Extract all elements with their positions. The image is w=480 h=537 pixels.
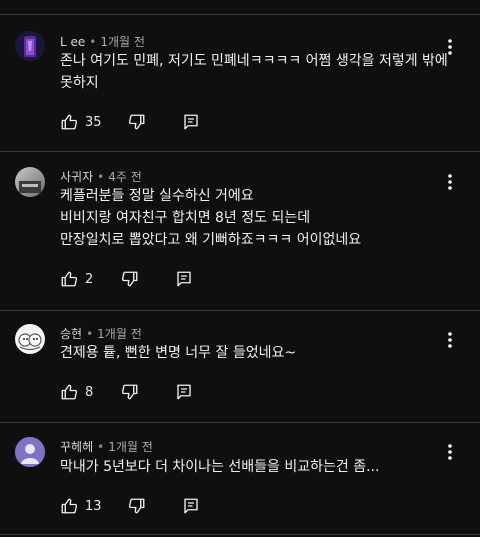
comment-line: 막내가 5년보다 더 차이나는 선배들을 비교하는건 좀...	[60, 459, 380, 475]
comment-actions: 35	[60, 110, 200, 134]
comment-text: 존나 여기도 민폐, 저기도 민폐네ㅋㅋㅋㅋ 어쩜 생각을 저렇게 밖에 못하지	[60, 50, 448, 94]
comment-text: 케플러분들 정말 실수하신 거에요 비비지랑 여자친구 합치면 8년 정도 되는…	[60, 185, 445, 251]
author-name[interactable]: 꾸헤헤	[60, 440, 93, 454]
avatar-image	[15, 324, 45, 354]
like-count: 8	[85, 384, 94, 400]
comment-divider	[0, 422, 480, 423]
thumb-down-icon[interactable]	[121, 383, 139, 401]
comment-divider	[0, 151, 480, 152]
avatar-image	[15, 167, 45, 197]
timestamp[interactable]: 1개월 전	[97, 327, 142, 341]
reply-icon[interactable]	[175, 270, 193, 288]
thumb-down-icon[interactable]	[121, 270, 139, 288]
comment-actions: 8	[60, 380, 193, 404]
comment-meta: L ee • 1개월 전	[60, 33, 145, 50]
avatar[interactable]	[15, 324, 45, 354]
more-vert-icon[interactable]	[441, 331, 459, 349]
more-vert-icon[interactable]	[441, 38, 459, 56]
avatar[interactable]	[15, 437, 45, 467]
comment-meta: 승현 • 1개월 전	[60, 325, 142, 342]
comment-line: 만장일치로 뽑았다고 왜 기뻐하죠ㅋㅋㅋ 어이없네요	[60, 232, 362, 248]
comment-line: 못하지	[60, 75, 99, 91]
reply-icon[interactable]	[182, 113, 200, 131]
thumb-up-icon[interactable]	[60, 270, 78, 288]
like-count: 35	[85, 114, 102, 130]
thumb-down-icon[interactable]	[128, 497, 146, 515]
comment-line: 존나 여기도 민폐, 저기도 민폐네ㅋㅋㅋㅋ 어쩜 생각을 저렇게 밖에	[60, 53, 448, 69]
default-person-icon	[15, 437, 45, 467]
comment-text: 견제용 튵, 뻔한 변명 너무 잘 들었네요~	[60, 342, 445, 364]
avatar-image	[15, 31, 45, 61]
comment-actions: 13	[60, 494, 200, 518]
author-name[interactable]: L ee	[60, 35, 85, 49]
thumb-down-icon[interactable]	[128, 113, 146, 131]
more-vert-icon[interactable]	[441, 443, 459, 461]
comment-divider	[0, 534, 480, 535]
top-divider	[0, 14, 480, 15]
avatar[interactable]	[15, 31, 45, 61]
reply-icon[interactable]	[182, 497, 200, 515]
separator-dot: •	[89, 35, 97, 49]
author-name[interactable]: 사귀자	[60, 170, 93, 184]
reply-icon[interactable]	[175, 383, 193, 401]
comment-line: 견제용 튵, 뻔한 변명 너무 잘 들었네요~	[60, 345, 297, 361]
like-count: 2	[85, 271, 94, 287]
comment-meta: 꾸헤헤 • 1개월 전	[60, 438, 153, 455]
timestamp[interactable]: 1개월 전	[108, 440, 153, 454]
separator-dot: •	[97, 440, 105, 454]
comment-line: 비비지랑 여자친구 합치면 8년 정도 되는데	[60, 210, 311, 226]
timestamp[interactable]: 4주 전	[108, 170, 142, 184]
comment-line: 케플러분들 정말 실수하신 거에요	[60, 188, 254, 204]
thumb-up-icon[interactable]	[60, 383, 78, 401]
thumb-up-icon[interactable]	[60, 113, 78, 131]
more-vert-icon[interactable]	[441, 173, 459, 191]
timestamp[interactable]: 1개월 전	[100, 35, 145, 49]
comment-meta: 사귀자 • 4주 전	[60, 168, 142, 185]
author-name[interactable]: 승현	[60, 327, 82, 341]
comment-text: 막내가 5년보다 더 차이나는 선배들을 비교하는건 좀...	[60, 456, 445, 478]
comment-actions: 2	[60, 267, 193, 291]
separator-dot: •	[97, 170, 105, 184]
separator-dot: •	[86, 327, 94, 341]
thumb-up-icon[interactable]	[60, 497, 78, 515]
avatar[interactable]	[15, 167, 45, 197]
comment-divider	[0, 310, 480, 311]
like-count: 13	[85, 498, 102, 514]
